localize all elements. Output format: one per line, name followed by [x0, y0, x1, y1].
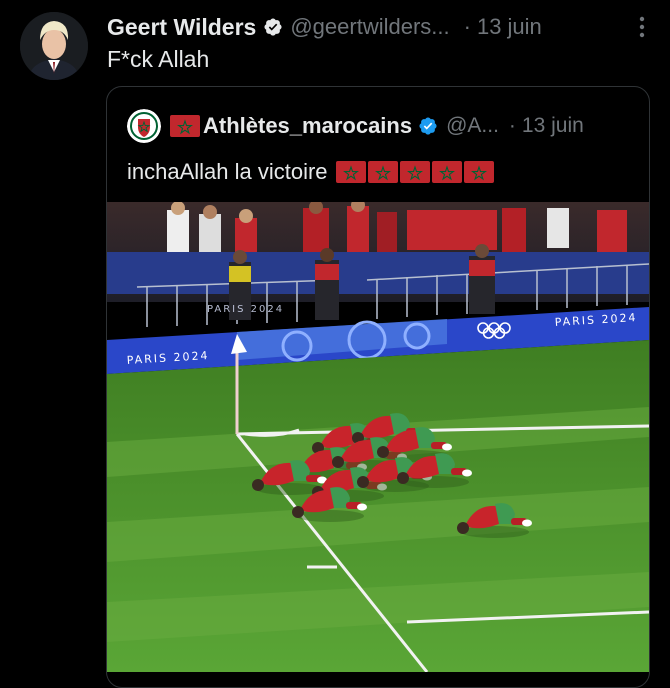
flag-emoji-row: [335, 161, 494, 183]
tweet-header: Geert Wilders @geertwilders... · 13 juin: [107, 12, 652, 42]
quoted-tweet-text: inchaAllah la victoire: [127, 159, 328, 184]
quoted-tweet-text-row: inchaAllah la victoire: [127, 157, 494, 187]
morocco-flag-emoji: [170, 115, 200, 137]
verified-badge-icon: [419, 117, 437, 135]
quoted-author-name[interactable]: Athlètes_marocains: [203, 113, 412, 139]
morocco-flag-emoji: [431, 161, 462, 183]
quoted-tweet-header: Athlètes_marocains @A... · 13 juin: [127, 109, 633, 143]
author-avatar[interactable]: [20, 12, 88, 80]
tweet-text: F*ck Allah: [107, 46, 210, 72]
quoted-tweet-card[interactable]: Athlètes_marocains @A... · 13 juin incha…: [106, 86, 650, 688]
tweet-timestamp[interactable]: 13 juin: [477, 14, 542, 40]
verified-badge-icon: [264, 18, 282, 36]
match-photo[interactable]: PARIS 2024 PARIS 2024 PARIS 2024: [107, 202, 649, 672]
separator-dot: ·: [508, 114, 516, 137]
more-options-icon[interactable]: [632, 14, 652, 40]
federation-crest-avatar[interactable]: [127, 109, 161, 143]
morocco-flag-emoji: [367, 161, 398, 183]
morocco-flag-emoji: [463, 161, 494, 183]
quoted-author-handle[interactable]: @A...: [446, 114, 499, 138]
author-handle[interactable]: @geertwilders...: [290, 14, 449, 40]
author-name[interactable]: Geert Wilders: [107, 14, 256, 41]
separator-dot: ·: [463, 14, 471, 39]
morocco-flag-emoji: [335, 161, 366, 183]
quoted-tweet-timestamp[interactable]: 13 juin: [522, 114, 584, 138]
author-avatar-image: [20, 12, 88, 80]
banner-text: PARIS 2024: [207, 304, 284, 315]
morocco-flag-emoji: [399, 161, 430, 183]
